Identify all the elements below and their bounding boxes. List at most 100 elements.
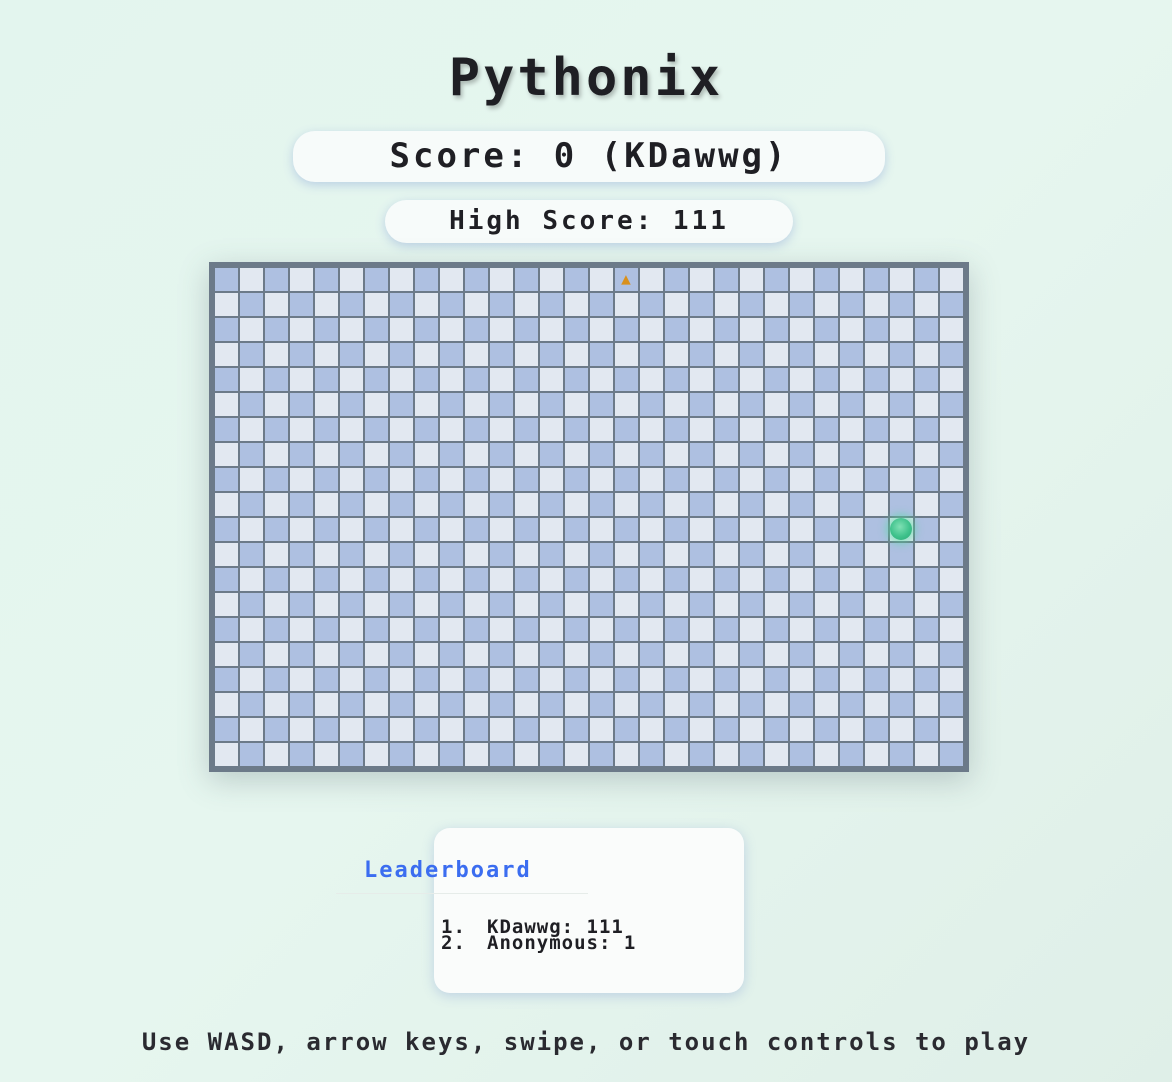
- board-cell: [465, 543, 488, 566]
- board-cell: [565, 718, 588, 741]
- board-cell: [415, 343, 438, 366]
- board-cell: [340, 618, 363, 641]
- board-cell: [315, 443, 338, 466]
- board-cell: [615, 518, 638, 541]
- board-cell: [840, 318, 863, 341]
- board-cell: [740, 443, 763, 466]
- board-cell: [440, 593, 463, 616]
- board-cell: [515, 343, 538, 366]
- board-cell: [890, 368, 913, 391]
- snake-head: [890, 518, 912, 540]
- board-cell: [365, 468, 388, 491]
- board-cell: [315, 593, 338, 616]
- board-cell: [740, 668, 763, 691]
- board-cell: [940, 318, 963, 341]
- board-cell: [640, 393, 663, 416]
- board-cell: [490, 443, 513, 466]
- leaderboard-card: [434, 828, 744, 993]
- board-cell: [590, 318, 613, 341]
- game-board[interactable]: ▲: [209, 262, 969, 772]
- board-cell: [640, 443, 663, 466]
- board-cell: [315, 518, 338, 541]
- board-cell: [465, 268, 488, 291]
- board-cell: [815, 543, 838, 566]
- board-cell: [565, 543, 588, 566]
- board-cell: [640, 268, 663, 291]
- board-cell: [465, 393, 488, 416]
- board-cell: [515, 318, 538, 341]
- board-cell: [315, 393, 338, 416]
- board-cell: [740, 468, 763, 491]
- board-cell: [490, 368, 513, 391]
- board-cell: [815, 643, 838, 666]
- board-cell: [315, 418, 338, 441]
- board-cell: [815, 268, 838, 291]
- board-cell: [515, 543, 538, 566]
- board-cell: [265, 418, 288, 441]
- board-cell: [290, 493, 313, 516]
- board-cell: [940, 393, 963, 416]
- board-cell: [390, 518, 413, 541]
- board-cell: [540, 393, 563, 416]
- board-cell: [390, 343, 413, 366]
- board-cell: [865, 718, 888, 741]
- board-cell: [315, 493, 338, 516]
- board-cell: [715, 518, 738, 541]
- board-cell: [290, 593, 313, 616]
- board-cell: [840, 443, 863, 466]
- board-cell: [840, 518, 863, 541]
- board-cell: [215, 668, 238, 691]
- board-cell: [940, 568, 963, 591]
- board-cell: [340, 293, 363, 316]
- board-cell: [615, 743, 638, 766]
- board-cell: [265, 643, 288, 666]
- board-cell: [490, 493, 513, 516]
- board-cell: [365, 693, 388, 716]
- board-cell: [340, 493, 363, 516]
- board-cell: [640, 743, 663, 766]
- board-cell: [665, 343, 688, 366]
- board-cell: [940, 718, 963, 741]
- board-cell: [415, 493, 438, 516]
- board-cell: [290, 643, 313, 666]
- board-cell: [440, 618, 463, 641]
- board-cell: [490, 518, 513, 541]
- board-cell: [540, 643, 563, 666]
- board-cell: [315, 368, 338, 391]
- board-cell: [415, 518, 438, 541]
- board-cell: [240, 668, 263, 691]
- board-cell: [615, 293, 638, 316]
- board-cell: [590, 443, 613, 466]
- board-cell: [540, 443, 563, 466]
- board-cell: [240, 693, 263, 716]
- board-cell: [490, 568, 513, 591]
- board-cell: [915, 543, 938, 566]
- board-cell: [765, 543, 788, 566]
- board-cell: [765, 718, 788, 741]
- board-cell: [590, 293, 613, 316]
- board-cell: [490, 543, 513, 566]
- board-cell: [290, 668, 313, 691]
- board-cell: [240, 443, 263, 466]
- board-cell: [890, 743, 913, 766]
- board-cell: [515, 593, 538, 616]
- board-cell: [290, 268, 313, 291]
- board-cell: [690, 293, 713, 316]
- board-cell: [665, 643, 688, 666]
- board-cell: [215, 568, 238, 591]
- board-cell: [890, 643, 913, 666]
- high-score-display: High Score: 111: [385, 200, 793, 243]
- board-cell: [615, 568, 638, 591]
- board-cell: [590, 368, 613, 391]
- board-cell: [240, 318, 263, 341]
- board-cell: [515, 668, 538, 691]
- board-cell: [665, 593, 688, 616]
- board-cell: [840, 693, 863, 716]
- board-cell: [565, 643, 588, 666]
- board-cell: [365, 518, 388, 541]
- controls-instructions: Use WASD, arrow keys, swipe, or touch co…: [141, 1028, 1031, 1056]
- board-cell: [715, 418, 738, 441]
- board-cell: [890, 293, 913, 316]
- board-cell: [515, 393, 538, 416]
- board-cell: [290, 568, 313, 591]
